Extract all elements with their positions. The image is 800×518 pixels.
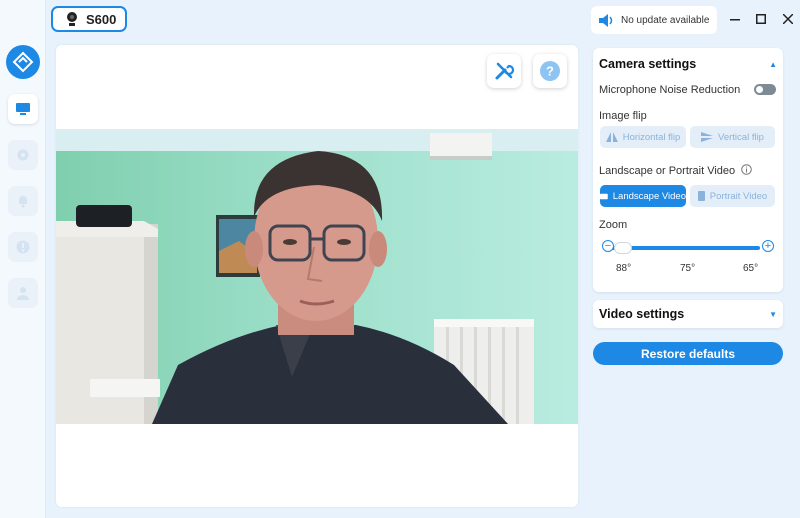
device-name: S600 (86, 11, 117, 27)
sidebar-item-info[interactable] (8, 232, 38, 262)
portrait-icon (697, 191, 705, 201)
camera-settings-title: Camera settings (599, 57, 697, 71)
zoom-label: Zoom (599, 219, 628, 231)
app-logo-icon[interactable] (6, 45, 40, 79)
camera-settings-card: Camera settings ▲ Microphone Noise Reduc… (593, 48, 783, 292)
webcam-icon (67, 12, 77, 26)
gear-icon (17, 149, 29, 161)
info-circle-icon[interactable] (741, 164, 753, 175)
camera-feed-image (56, 129, 578, 424)
orientation-label: Landscape or Portrait Video (599, 164, 753, 177)
minimize-icon (730, 19, 740, 21)
sidebar-item-notifications[interactable] (8, 186, 38, 216)
close-button[interactable] (779, 10, 797, 28)
video-settings-title: Video settings (599, 307, 685, 321)
help-button[interactable]: ? (533, 54, 567, 88)
bell-icon (19, 196, 27, 208)
tools-icon (495, 62, 515, 80)
speaker-icon (599, 13, 613, 27)
update-status[interactable]: No update available (591, 6, 717, 34)
svg-text:?: ? (546, 64, 554, 79)
landscape-video-label: Landscape Video (612, 190, 686, 202)
sidebar-item-camera[interactable] (8, 94, 38, 124)
info-icon (16, 240, 30, 254)
horizontal-flip-label: Horizontal flip (622, 131, 681, 143)
camera-feed (56, 129, 578, 424)
maximize-icon (756, 14, 766, 24)
vertical-flip-button[interactable]: Vertical flip (690, 126, 775, 148)
vertical-flip-icon (701, 132, 714, 142)
help-icon: ? (540, 61, 560, 81)
sidebar (0, 0, 46, 518)
zoom-tick-mid: 75° (680, 263, 696, 274)
zoom-out-button[interactable]: − (602, 240, 614, 252)
zoom-tick-max: 65° (743, 263, 759, 274)
device-selector-button[interactable]: S600 (51, 6, 127, 32)
sidebar-item-account[interactable] (8, 278, 38, 308)
horizontal-flip-icon (605, 132, 618, 142)
monitor-icon (16, 103, 30, 115)
preview-panel: ? (56, 45, 578, 507)
landscape-icon (600, 193, 608, 199)
collapse-caret-icon[interactable]: ▲ (769, 60, 777, 69)
maximize-button[interactable] (752, 10, 770, 28)
zoom-tick-min: 88° (616, 263, 632, 274)
noise-reduction-label: Microphone Noise Reduction (599, 84, 741, 96)
video-settings-card[interactable]: Video settings ▼ (593, 300, 783, 328)
tools-button[interactable] (487, 54, 521, 88)
landscape-video-button[interactable]: Landscape Video (600, 185, 686, 207)
update-status-text: No update available (621, 14, 710, 26)
zoom-slider-handle[interactable] (614, 242, 632, 254)
horizontal-flip-button[interactable]: Horizontal flip (600, 126, 686, 148)
sidebar-item-settings[interactable] (8, 140, 38, 170)
close-icon (783, 14, 793, 24)
restore-defaults-button[interactable]: Restore defaults (593, 342, 783, 365)
portrait-video-button[interactable]: Portrait Video (690, 185, 775, 207)
vertical-flip-label: Vertical flip (718, 131, 764, 143)
noise-reduction-toggle[interactable] (754, 84, 776, 95)
expand-caret-icon[interactable]: ▼ (769, 310, 777, 319)
zoom-in-button[interactable]: + (762, 240, 774, 252)
minimize-button[interactable] (726, 10, 744, 28)
image-flip-label: Image flip (599, 110, 647, 122)
portrait-video-label: Portrait Video (709, 190, 768, 202)
user-icon (17, 287, 29, 300)
